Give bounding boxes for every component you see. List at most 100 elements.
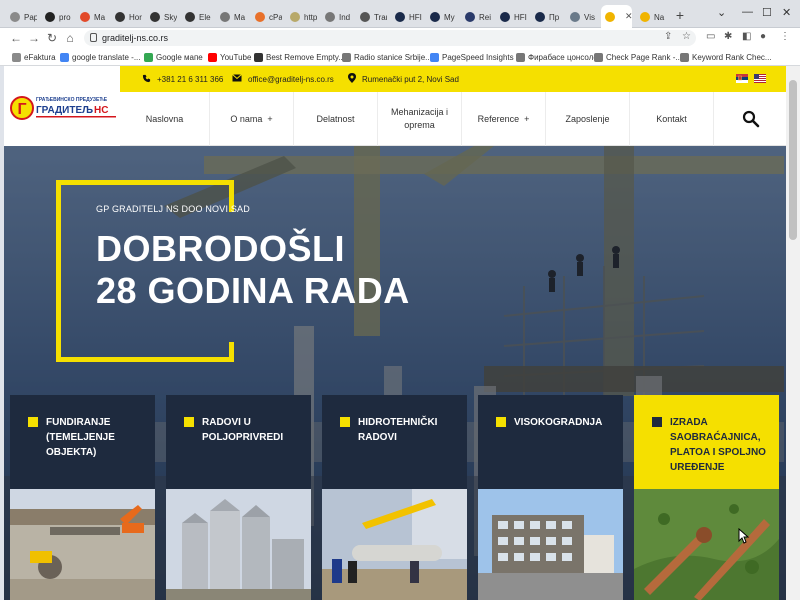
service-card[interactable]: IZRADA SAOBRAĆAJNICA, PLATOA I SPOLJNO U… (634, 395, 779, 600)
service-card[interactable]: HIDROTEHNIČKI RADOVI (322, 395, 467, 600)
browser-tab[interactable]: Rei (461, 7, 492, 27)
nav-item-naslovna[interactable]: Naslovna (120, 92, 210, 146)
tab-favicon-icon (500, 12, 510, 22)
browser-tab[interactable]: Na (636, 7, 667, 27)
serbian-flag-icon[interactable] (736, 74, 748, 83)
home-icon[interactable]: ⌂ (62, 30, 78, 46)
service-card-header[interactable]: RADOVI U POLJOPRIVREDI (166, 395, 311, 489)
back-arrow-icon[interactable]: ← (8, 30, 24, 46)
profile-avatar-icon[interactable]: ● (760, 31, 766, 42)
nav-item-mehanizacija-i-oprema[interactable]: Mehanizacija i oprema (378, 92, 462, 146)
bookmark-item[interactable]: Check Page Rank -... (594, 50, 682, 64)
bookmark-item[interactable]: Best Remove Empty... (254, 50, 345, 64)
pipe-installation-photo[interactable] (322, 489, 467, 600)
tab-label: Rei (479, 12, 492, 22)
address-bar[interactable]: graditelj-ns.co.rs (84, 30, 696, 46)
browser-tab[interactable]: HFI (391, 7, 422, 27)
tab-label: Sky (164, 12, 177, 22)
service-card[interactable]: RADOVI U POLJOPRIVREDI (166, 395, 311, 600)
browser-tab[interactable]: HFI (496, 7, 527, 27)
new-tab-button[interactable]: + (672, 8, 688, 24)
service-card-header[interactable]: HIDROTEHNIČKI RADOVI (322, 395, 467, 489)
browser-tab[interactable]: Ind (321, 7, 352, 27)
browser-tab[interactable]: http (286, 7, 317, 27)
tab-label: Pap (24, 12, 37, 22)
nav-item-o-nama[interactable]: O nama + (210, 92, 294, 146)
envelope-icon (232, 74, 242, 84)
browser-tab[interactable]: My (426, 7, 457, 27)
bookmark-item[interactable]: Google мапе (144, 50, 203, 64)
us-flag-icon[interactable] (754, 74, 766, 83)
park-aerial-photo[interactable] (634, 489, 779, 600)
nav-item-delatnost[interactable]: Delatnost (294, 92, 378, 146)
share-icon[interactable]: ⇪ (664, 31, 672, 42)
nav-item-reference[interactable]: Reference + (462, 92, 546, 146)
reload-icon[interactable]: ↻ (44, 30, 60, 46)
browser-tab[interactable]: cPa (251, 7, 282, 27)
nav-item-zaposlenje[interactable]: Zaposlenje (546, 92, 630, 146)
nav-expand-plus-icon[interactable]: + (267, 113, 272, 126)
browser-tab[interactable]: Pap (6, 7, 37, 27)
foundation-site-photo[interactable] (10, 489, 155, 600)
bookmark-favicon-icon (342, 52, 351, 62)
address-contact[interactable]: Rumenački put 2, Novi Sad (348, 66, 459, 92)
bookmark-favicon-icon (208, 52, 217, 62)
service-card-header[interactable]: IZRADA SAOBRAĆAJNICA, PLATOA I SPOLJNO U… (634, 395, 779, 489)
company-logo[interactable]: Г ГРАЂЕВИНСКО ПРЕДУЗЕЋЕ ГРАДИТЕЉ НС (10, 94, 118, 124)
bookmarks-bar: eFaktura google translate -... Google мапе… (0, 48, 800, 66)
service-card[interactable]: VISOKOGRADNJA (478, 395, 623, 600)
browser-tab[interactable]: Ma (216, 7, 247, 27)
browser-tab[interactable]: Пр (531, 7, 562, 27)
bookmark-item[interactable]: YouTube (208, 50, 251, 64)
menu-kebab-icon[interactable]: ⋮ (780, 31, 790, 42)
close-tab-icon[interactable]: ✕ (625, 11, 632, 22)
search-icon[interactable] (742, 110, 760, 128)
bookmark-label: PageSpeed Insights (442, 52, 514, 62)
bookmark-item[interactable]: Radio stanice Srbije... (342, 50, 432, 64)
tab-favicon-icon (465, 12, 475, 22)
browser-tab[interactable]: Hor (111, 7, 142, 27)
browser-tab[interactable]: pro (41, 7, 72, 27)
close-window-button[interactable]: ✕ (782, 6, 791, 19)
bookmark-label: Radio stanice Srbije... (354, 52, 432, 62)
browser-tab[interactable]: ✕ (601, 5, 632, 28)
hero-subtitle: GP GRADITELJ NS DOO NOVI SAD (96, 204, 250, 214)
cast-icon[interactable]: ▭ (706, 31, 715, 42)
nav-expand-plus-icon[interactable]: + (524, 113, 529, 126)
nav-item-kontakt[interactable]: Kontakt (630, 92, 714, 146)
bookmark-item[interactable]: PageSpeed Insights (430, 50, 514, 64)
bookmark-item[interactable]: eFaktura (12, 50, 56, 64)
maximize-button[interactable]: ☐ (762, 6, 772, 19)
service-card[interactable]: FUNDIRANJE (TEMELJENJE OBJEKTA) (10, 395, 155, 600)
bookmark-label: Best Remove Empty... (266, 52, 345, 62)
tab-label: HFI (514, 12, 527, 22)
browser-tab[interactable]: Ma (76, 7, 107, 27)
tab-search-icon[interactable]: ⌄ (717, 6, 726, 19)
bookmark-favicon-icon (144, 52, 153, 62)
minimize-button[interactable]: — (742, 6, 753, 18)
grain-silos-photo[interactable] (166, 489, 311, 600)
extensions-icon[interactable]: ✱ (724, 31, 732, 42)
browser-tab[interactable]: Ele (181, 7, 212, 27)
browser-tab[interactable]: Vis (566, 7, 597, 27)
sidebar-icon[interactable]: ◧ (742, 31, 751, 42)
bookmark-item[interactable]: Фирабасе цонсоле (516, 50, 598, 64)
page-scrollbar[interactable] (786, 66, 800, 600)
email-contact[interactable]: office@graditelj-ns.co.rs (232, 66, 334, 92)
tab-favicon-icon (80, 12, 90, 22)
forward-arrow-icon[interactable]: → (26, 30, 42, 46)
service-card-header[interactable]: FUNDIRANJE (TEMELJENJE OBJEKTA) (10, 395, 155, 489)
scrollbar-thumb[interactable] (789, 80, 797, 240)
browser-tab[interactable]: Sky (146, 7, 177, 27)
browser-tab[interactable]: Trar (356, 7, 387, 27)
office-building-photo[interactable] (478, 489, 623, 600)
phone-contact[interactable]: +381 21 6 311 366 (142, 66, 223, 92)
service-card-title: IZRADA SAOBRAĆAJNICA, PLATOA I SPOLJNO U… (670, 417, 766, 473)
bookmark-item[interactable]: google translate -... (60, 50, 140, 64)
bookmark-item[interactable]: Keyword Rank Chec... (680, 50, 772, 64)
service-card-header[interactable]: VISOKOGRADNJA (478, 395, 623, 489)
tab-label: Vis (584, 12, 595, 22)
bookmark-star-icon[interactable]: ☆ (682, 31, 691, 42)
service-card-title: VISOKOGRADNJA (514, 417, 603, 428)
lock-icon (90, 33, 97, 42)
